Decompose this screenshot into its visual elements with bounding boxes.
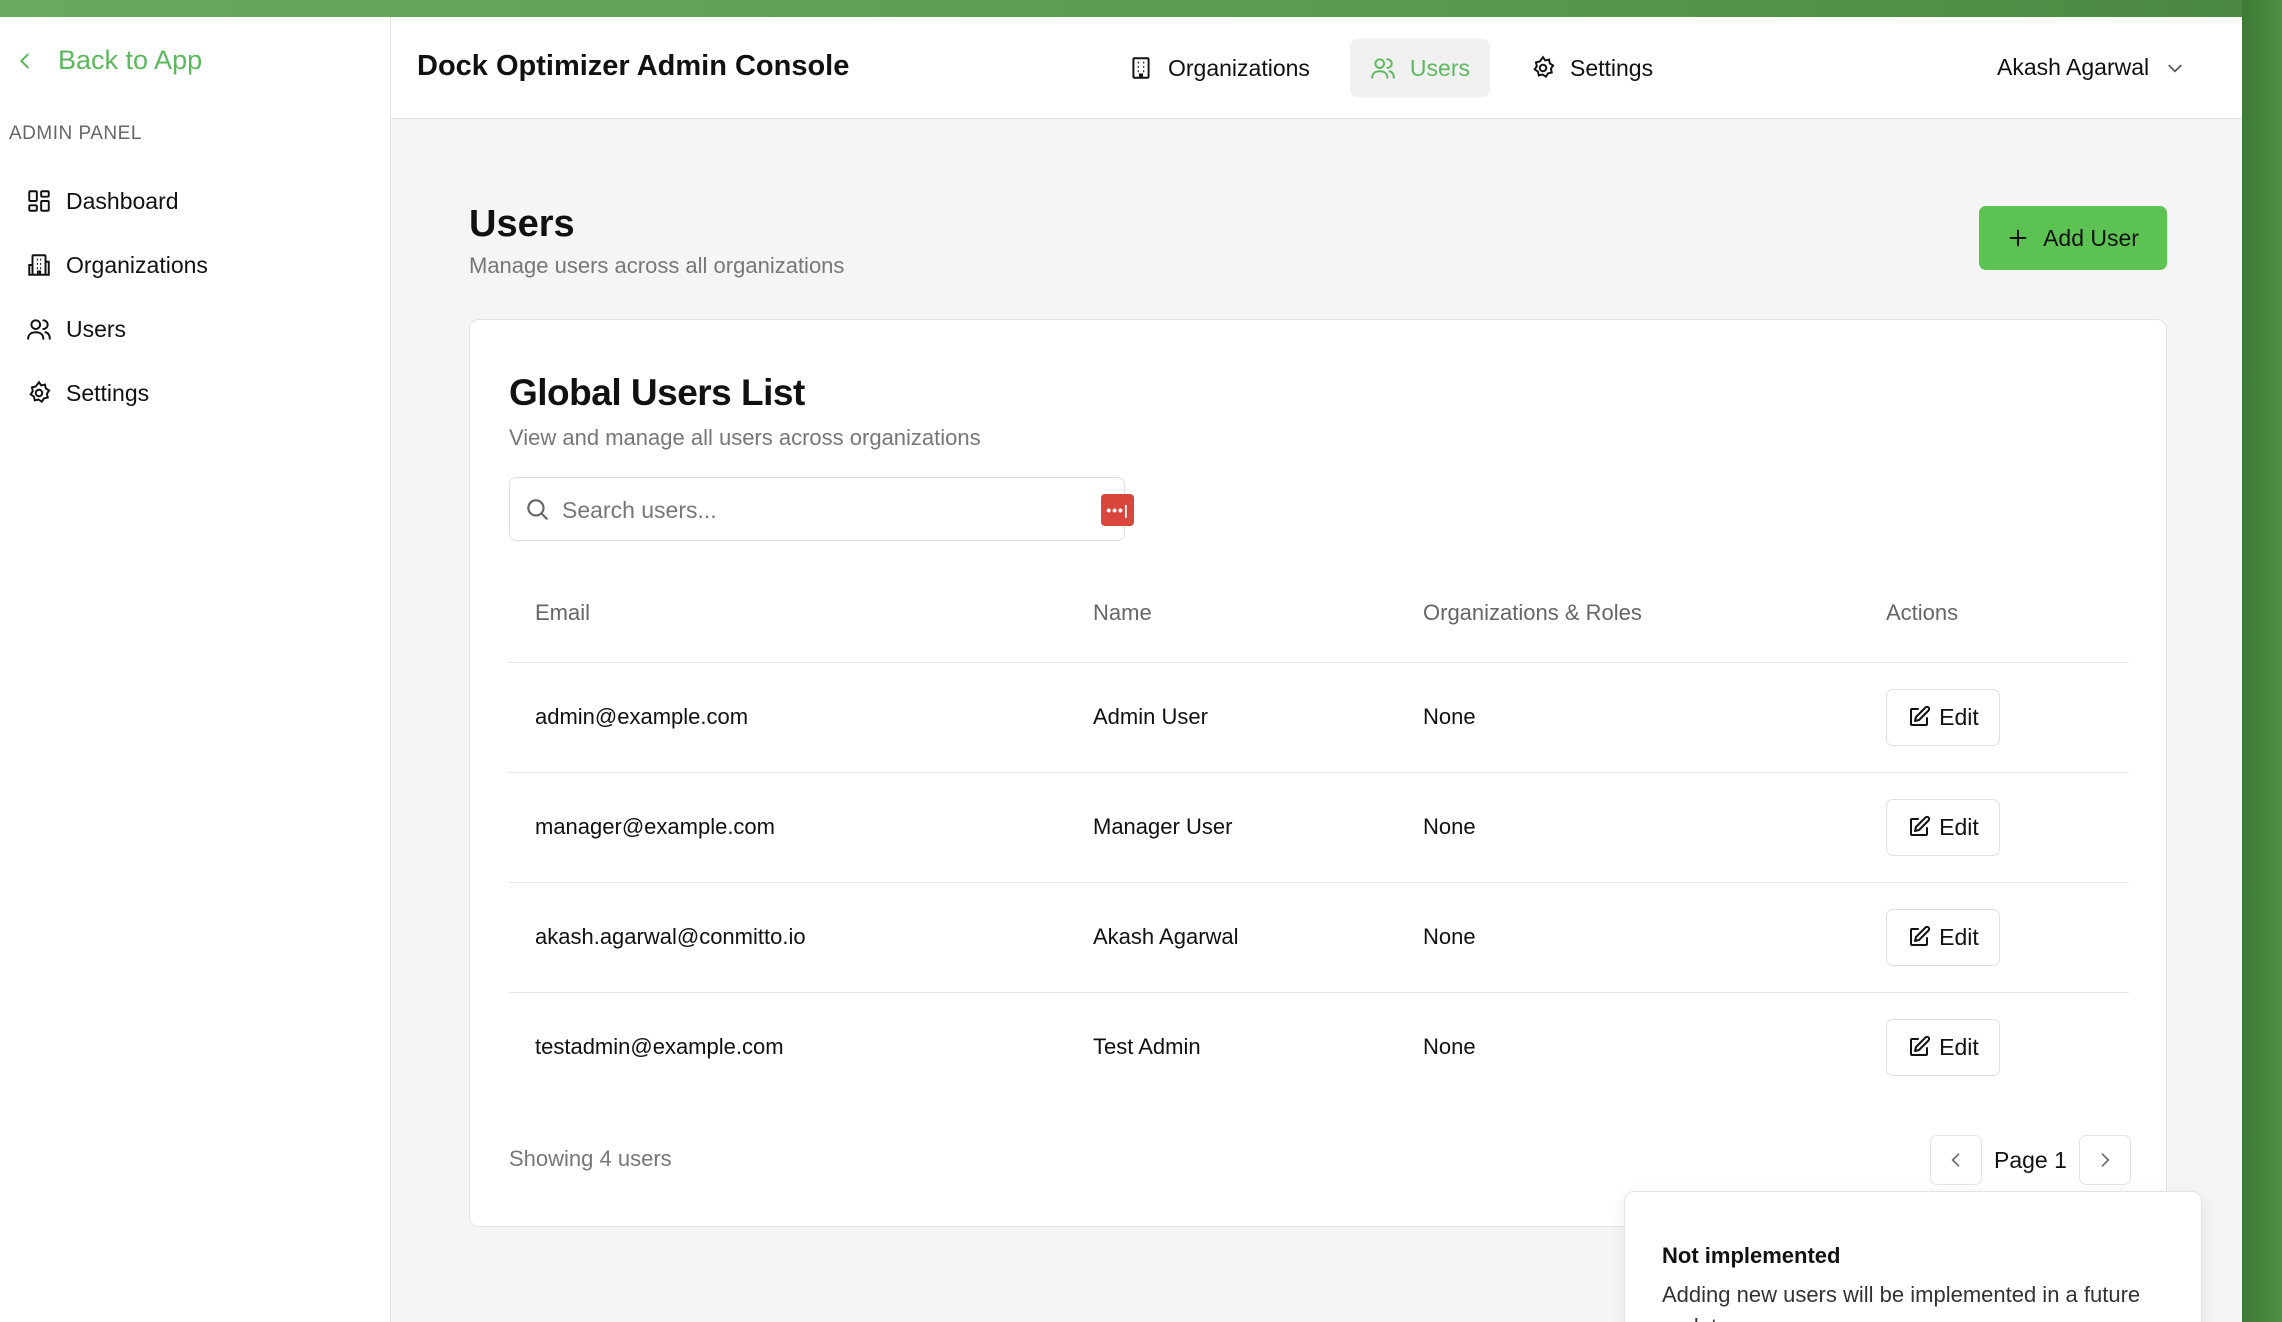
- gear-icon: [1533, 55, 1555, 79]
- back-to-app-label: Back to App: [58, 45, 203, 75]
- edit-button[interactable]: Edit: [1886, 908, 2000, 966]
- sidebar-item-users[interactable]: Users: [26, 297, 208, 361]
- cell-email: manager@example.com: [509, 772, 1067, 883]
- top-nav: Organizations Users Settings: [1108, 39, 1693, 97]
- sidebar-nav: Dashboard Organizations Users Settings: [26, 169, 208, 425]
- chevron-right-icon: [2101, 1153, 2110, 1167]
- plus-icon: [2009, 229, 2027, 247]
- cell-actions: Edit: [1860, 662, 2129, 773]
- building-icon: [1132, 57, 1150, 79]
- table-row: akash.agarwal@conmitto.io Akash Agarwal …: [509, 882, 2129, 993]
- cell-name: Manager User: [1067, 772, 1397, 883]
- cell-actions: Edit: [1860, 992, 2129, 1102]
- edit-icon: [1910, 815, 1931, 836]
- sidebar-item-dashboard[interactable]: Dashboard: [26, 169, 208, 233]
- edit-button[interactable]: Edit: [1886, 1018, 2000, 1076]
- users-icon: [1371, 58, 1395, 79]
- showing-count: Showing 4 users: [509, 1146, 672, 1171]
- cell-email: akash.agarwal@conmitto.io: [509, 882, 1067, 993]
- search-icon: [527, 499, 548, 520]
- edit-label: Edit: [1939, 1033, 1979, 1060]
- cell-name: Admin User: [1067, 662, 1397, 773]
- chevron-left-icon: [20, 53, 29, 68]
- dashboard-icon: [28, 190, 50, 212]
- cell-orgs: None: [1397, 882, 1860, 993]
- edit-label: Edit: [1939, 813, 1979, 840]
- app-title: Dock Optimizer Admin Console: [417, 50, 850, 82]
- chevron-down-icon: [2168, 64, 2182, 73]
- sidebar-item-settings[interactable]: Settings: [26, 361, 208, 425]
- sidebar-item-label: Organizations: [66, 251, 208, 278]
- edit-icon: [1910, 705, 1931, 726]
- back-to-app-link[interactable]: Back to App: [14, 45, 202, 76]
- page-indicator: Page 1: [1994, 1146, 2067, 1173]
- toast-title: Not implemented: [1662, 1243, 1841, 1268]
- sidebar-item-label: Settings: [66, 379, 150, 406]
- gear-icon: [29, 380, 51, 404]
- chevron-left-icon: [1951, 1153, 1960, 1167]
- table-header-row: Email Name Organizations & Roles Actions: [509, 564, 2129, 663]
- sidebar-item-label: Dashboard: [66, 187, 179, 214]
- pagination: Page 1: [1930, 1135, 2131, 1185]
- building-icon: [28, 254, 50, 276]
- sidebar-item-organizations[interactable]: Organizations: [26, 233, 208, 297]
- tab-label: Organizations: [1168, 54, 1310, 81]
- cell-orgs: None: [1423, 1034, 1476, 1060]
- top-header: Dock Optimizer Admin Console Organizatio…: [391, 17, 2242, 119]
- tab-label: Settings: [1569, 54, 1654, 81]
- tab-organizations[interactable]: Organizations: [1108, 39, 1330, 97]
- edit-label: Edit: [1939, 703, 1979, 730]
- cell-orgs: None: [1397, 772, 1860, 883]
- tab-settings[interactable]: Settings: [1510, 39, 1673, 97]
- page-title: Users: [469, 203, 575, 245]
- user-menu[interactable]: Akash Agarwal: [1997, 54, 2185, 81]
- edit-icon: [1910, 1036, 1931, 1057]
- table-row: manager@example.com Manager User None Ed…: [509, 772, 2129, 883]
- cell-email: testadmin@example.com: [535, 1034, 784, 1060]
- cell-email: admin@example.com: [509, 662, 1067, 773]
- cell-name: Akash Agarwal: [1067, 882, 1397, 993]
- toast-notification[interactable]: Not implemented Adding new users will be…: [1624, 1191, 2202, 1322]
- edit-button[interactable]: Edit: [1886, 798, 2000, 856]
- sidebar: Back to App ADMIN PANEL Dashboard Organi…: [0, 17, 391, 1322]
- page-subtitle: Manage users across all organizations: [469, 253, 845, 278]
- column-header-name: Name: [1067, 564, 1397, 663]
- users-icon: [27, 319, 51, 340]
- users-card: Global Users List View and manage all us…: [469, 319, 2167, 1227]
- admin-panel-label: ADMIN PANEL: [9, 123, 142, 144]
- users-table: Email Name Organizations & Roles Actions…: [509, 564, 2129, 1102]
- column-header-email: Email: [509, 564, 1067, 663]
- add-user-label: Add User: [2043, 224, 2139, 251]
- card-subtitle: View and manage all users across organiz…: [509, 425, 981, 450]
- table-row: testadmin@example.com Test Admin None Ed…: [509, 992, 2129, 1102]
- column-header-orgs: Organizations & Roles: [1397, 564, 1860, 663]
- password-manager-icon[interactable]: •••|: [1101, 494, 1134, 526]
- sidebar-item-label: Users: [66, 315, 127, 342]
- table-row: admin@example.com Admin User None Edit: [509, 662, 2129, 773]
- window-top-edge: [0, 0, 2282, 17]
- edit-icon: [1910, 925, 1931, 946]
- cell-actions: Edit: [1860, 772, 2129, 883]
- user-name: Akash Agarwal: [1997, 54, 2150, 80]
- search-box: •••|: [509, 477, 1134, 541]
- edit-button[interactable]: Edit: [1886, 688, 2000, 746]
- edit-label: Edit: [1939, 923, 1979, 950]
- cell-actions: Edit: [1860, 882, 2129, 993]
- cell-orgs: None: [1397, 662, 1860, 773]
- toast-message: Adding new users will be implemented in …: [1662, 1282, 2141, 1322]
- tab-label: Users: [1409, 54, 1470, 81]
- column-header-actions: Actions: [1860, 564, 2129, 663]
- app-window: Back to App ADMIN PANEL Dashboard Organi…: [0, 17, 2242, 1322]
- next-page-button[interactable]: [2078, 1135, 2131, 1185]
- add-user-button[interactable]: Add User: [1979, 206, 2167, 270]
- search-input[interactable]: [562, 490, 1042, 530]
- tab-users[interactable]: Users: [1349, 39, 1490, 97]
- desktop-background-edge: [2242, 0, 2282, 1322]
- previous-page-button[interactable]: [1930, 1135, 1982, 1185]
- cell-name: Test Admin: [1093, 1034, 1201, 1060]
- card-title: Global Users List: [509, 372, 805, 413]
